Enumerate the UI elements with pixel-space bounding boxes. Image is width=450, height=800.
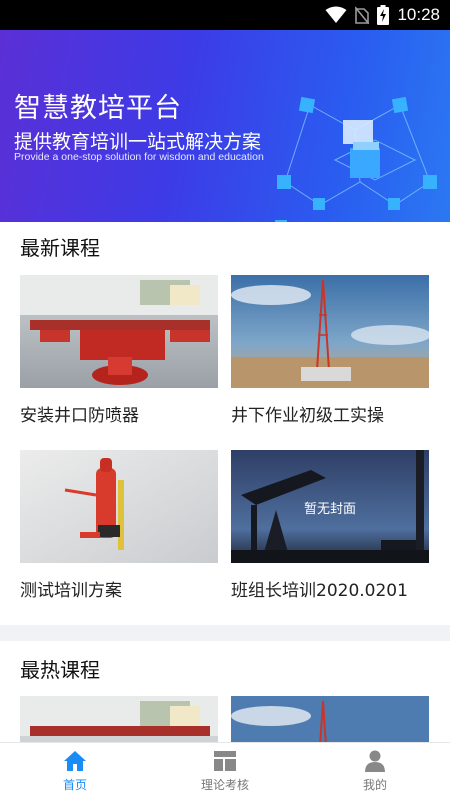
section-divider — [0, 625, 450, 641]
network-illustration — [275, 96, 437, 222]
banner-title: 智慧教培平台 — [14, 93, 182, 124]
nav-label: 首页 — [62, 778, 87, 792]
course-card[interactable]: 测试培训方案 — [20, 450, 218, 601]
bottom-nav: 首页 理论考核 我的 — [0, 742, 450, 800]
course-title: 安装井口防喷器 — [20, 406, 139, 426]
battery-charging-icon — [377, 5, 390, 25]
course-thumbnail — [231, 275, 429, 388]
nav-exam[interactable]: 理论考核 — [150, 743, 300, 800]
section-title-latest: 最新课程 — [20, 236, 100, 260]
user-icon — [365, 750, 385, 772]
course-card[interactable] — [231, 696, 429, 742]
course-thumbnail — [231, 696, 429, 742]
course-title: 测试培训方案 — [20, 581, 122, 601]
status-icons: 10:28 — [325, 0, 440, 30]
course-thumbnail — [20, 450, 218, 563]
banner-subtitle: 提供教育培训一站式解决方案 — [14, 131, 262, 153]
course-title: 井下作业初级工实操 — [231, 406, 384, 426]
nav-profile[interactable]: 我的 — [300, 743, 450, 800]
exam-icon — [214, 751, 236, 771]
course-thumbnail: 暂无封面 — [231, 450, 429, 563]
nav-home[interactable]: 首页 — [0, 743, 150, 800]
hero-banner[interactable]: 智慧教培平台 提供教育培训一站式解决方案 Provide a one-stop … — [0, 30, 450, 222]
banner-subtitle-en: Provide a one-stop solution for wisdom a… — [14, 151, 264, 163]
status-bar: 10:28 — [0, 0, 450, 30]
wifi-icon — [325, 6, 347, 23]
course-card[interactable]: 井下作业初级工实操 — [231, 275, 429, 426]
no-sim-icon — [355, 6, 370, 24]
section-title-hot: 最热课程 — [20, 658, 100, 682]
course-card[interactable] — [20, 696, 218, 742]
course-card[interactable]: 暂无封面 班组长培训2020.0201 — [231, 450, 429, 601]
course-title: 班组长培训2020.0201 — [231, 581, 408, 601]
clock: 10:28 — [397, 5, 440, 24]
course-card[interactable]: 安装井口防喷器 — [20, 275, 218, 426]
nav-label: 理论考核 — [200, 778, 249, 792]
no-cover-text: 暂无封面 — [303, 502, 356, 517]
course-thumbnail — [20, 275, 218, 388]
home-icon — [64, 751, 86, 771]
course-thumbnail — [20, 696, 218, 742]
nav-label: 我的 — [362, 778, 387, 792]
